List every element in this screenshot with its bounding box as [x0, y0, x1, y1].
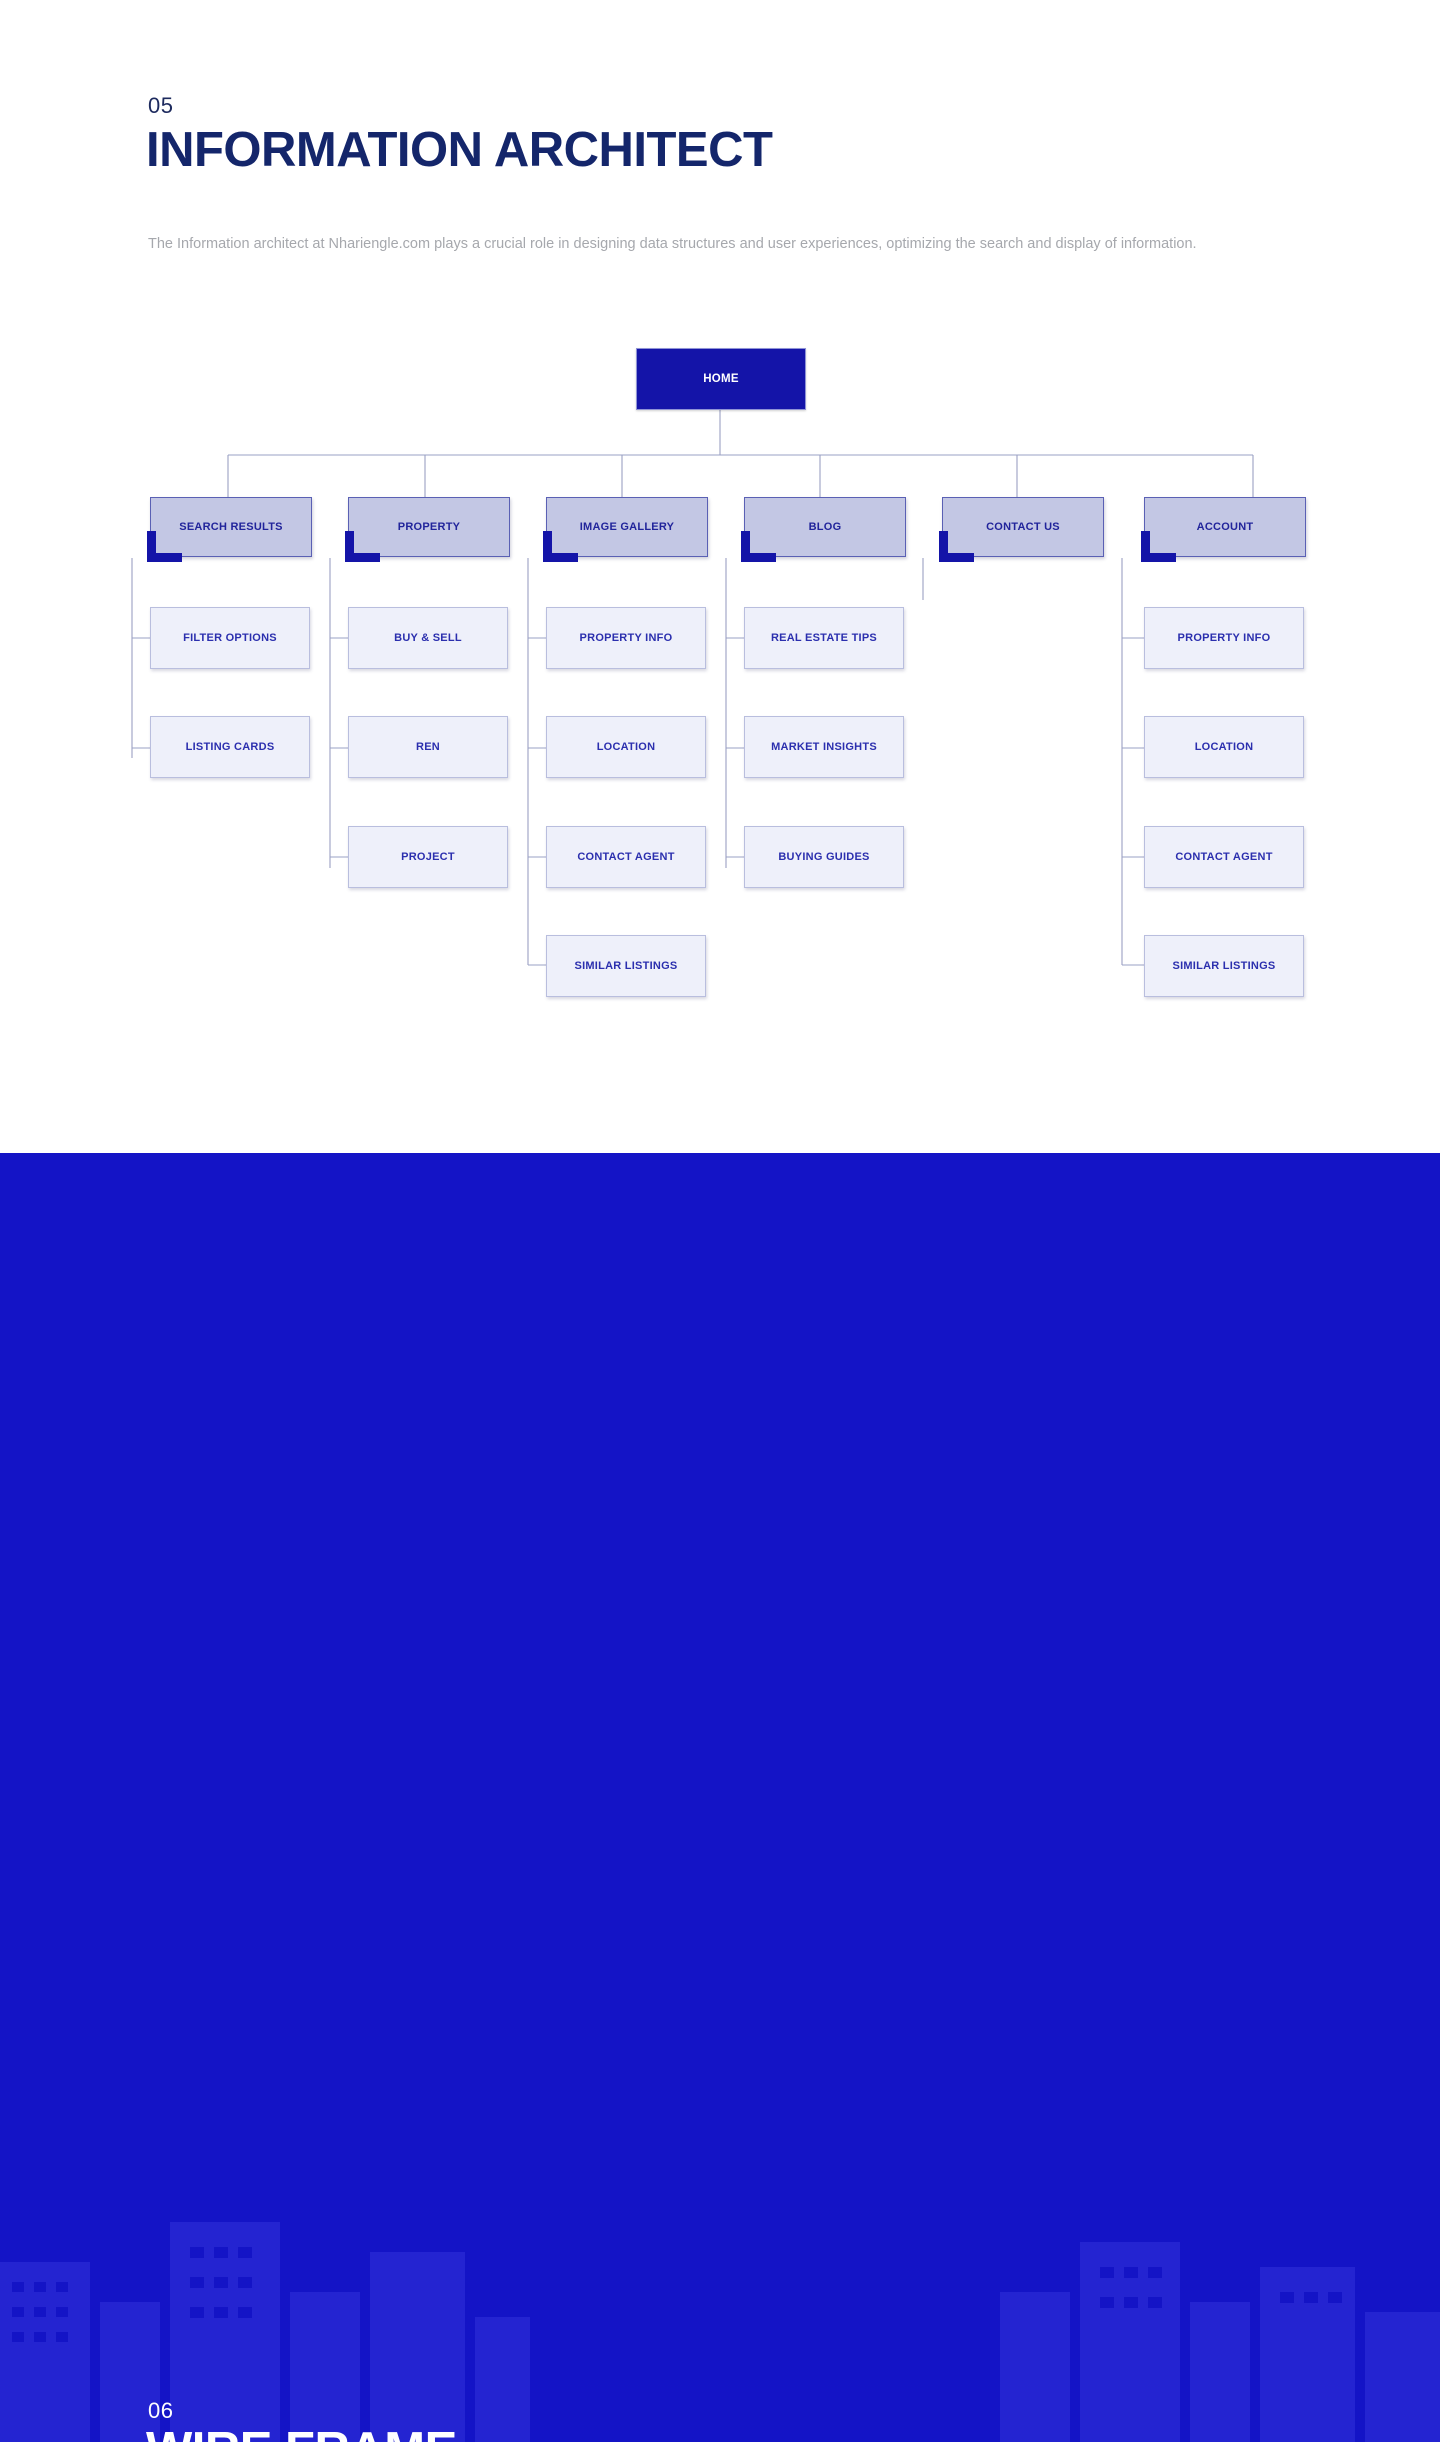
sitemap-node-search-results[interactable]: SEARCH RESULTS	[147, 497, 312, 562]
sitemap-node-account-location[interactable]: LOCATION	[1144, 716, 1304, 778]
node-label: SIMILAR LISTINGS	[1172, 960, 1276, 972]
sitemap-node-property-info[interactable]: PROPERTY INFO	[546, 607, 706, 669]
node-label: IMAGE GALLERY	[579, 521, 675, 533]
sitemap-node-account-similar-listings[interactable]: SIMILAR LISTINGS	[1144, 935, 1304, 997]
node-label: PROJECT	[401, 851, 455, 863]
node-label: PROPERTY INFO	[1177, 632, 1271, 644]
sitemap-node-listing-cards[interactable]: LISTING CARDS	[150, 716, 310, 778]
sitemap-node-filter-options[interactable]: FILTER OPTIONS	[150, 607, 310, 669]
sitemap-node-contact-us[interactable]: CONTACT US	[939, 497, 1104, 562]
sitemap-node-project[interactable]: PROJECT	[348, 826, 508, 888]
node-label: SEARCH RESULTS	[179, 521, 283, 533]
node-label: MARKET INSIGHTS	[771, 741, 877, 753]
sitemap-node-ren[interactable]: REN	[348, 716, 508, 778]
sitemap-node-image-gallery[interactable]: IMAGE GALLERY	[543, 497, 708, 562]
sitemap-node-account-contact-agent[interactable]: CONTACT AGENT	[1144, 826, 1304, 888]
node-label: BUY & SELL	[394, 632, 462, 644]
node-label: REN	[416, 741, 440, 753]
sitemap-node-market-insights[interactable]: MARKET INSIGHTS	[744, 716, 904, 778]
sitemap-node-property[interactable]: PROPERTY	[345, 497, 510, 562]
node-label: BUYING GUIDES	[778, 851, 870, 863]
node-label: LOCATION	[1194, 741, 1254, 753]
page-title: WIRE FRAME	[146, 2426, 457, 2442]
slide-deck: 05 INFORMATION ARCHITECT The Information…	[0, 0, 1440, 2442]
node-label: CONTACT AGENT	[577, 851, 675, 863]
sitemap-node-buy-sell[interactable]: BUY & SELL	[348, 607, 508, 669]
node-label: CONTACT US	[986, 521, 1060, 533]
city-skyline-decoration	[0, 2222, 1440, 2442]
node-label: ACCOUNT	[1196, 521, 1254, 533]
sitemap-node-blog[interactable]: BLOG	[741, 497, 906, 562]
sitemap-node-account-property-info[interactable]: PROPERTY INFO	[1144, 607, 1304, 669]
sitemap-node-buying-guides[interactable]: BUYING GUIDES	[744, 826, 904, 888]
sitemap-node-real-estate-tips[interactable]: REAL ESTATE TIPS	[744, 607, 904, 669]
node-label: LOCATION	[596, 741, 656, 753]
node-label: LISTING CARDS	[185, 741, 275, 753]
node-label: PROPERTY	[397, 521, 461, 533]
node-label: SIMILAR LISTINGS	[574, 960, 678, 972]
section-information-architect: 05 INFORMATION ARCHITECT The Information…	[0, 0, 1440, 1153]
node-label: BLOG	[808, 521, 842, 533]
sitemap-node-home[interactable]: HOME	[636, 348, 806, 410]
node-label: PROPERTY INFO	[579, 632, 673, 644]
node-label: CONTACT AGENT	[1175, 851, 1273, 863]
section-wire-frame: 06 WIRE FRAME Wireframe helps outline th…	[0, 1153, 1440, 2442]
sitemap-node-location[interactable]: LOCATION	[546, 716, 706, 778]
sitemap-node-account[interactable]: ACCOUNT	[1141, 497, 1306, 562]
node-label: REAL ESTATE TIPS	[770, 632, 878, 644]
sitemap-node-similar-listings[interactable]: SIMILAR LISTINGS	[546, 935, 706, 997]
sitemap-tree: HOME SEARCH RESULTS PROPERTY IMAGE GALLE…	[0, 0, 1440, 1153]
node-label: FILTER OPTIONS	[183, 632, 277, 644]
node-label: HOME	[703, 373, 739, 385]
sitemap-node-contact-agent[interactable]: CONTACT AGENT	[546, 826, 706, 888]
section-number: 06	[148, 2398, 174, 2423]
